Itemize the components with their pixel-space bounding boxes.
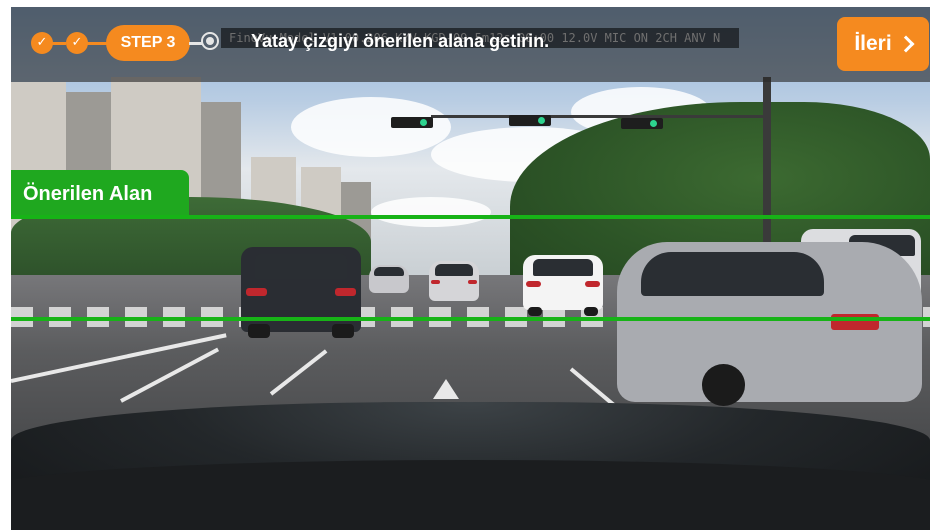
car <box>523 255 603 316</box>
car-wheel <box>583 307 599 316</box>
recommended-zone-label: Önerilen Alan <box>11 170 189 218</box>
car-window <box>255 253 347 280</box>
zone-bottom-line <box>11 317 930 321</box>
next-button[interactable]: İleri <box>837 17 929 71</box>
check-icon: ✓ <box>66 32 88 54</box>
zone-top-line <box>11 215 930 219</box>
traffic-light <box>621 118 663 129</box>
current-step-badge: STEP 3 <box>106 25 190 61</box>
cloud <box>371 197 491 227</box>
car-wheel <box>248 324 270 338</box>
camera-view: FineVu Model V1.00.206 KYV.KGD-09 5m12s … <box>11 7 930 530</box>
chevron-right-icon <box>897 35 915 53</box>
instruction-text: Yatay çizgiyi önerilen alana getirin. <box>251 31 550 51</box>
car-window <box>532 259 594 276</box>
car-window <box>435 264 473 277</box>
car-light <box>585 281 600 287</box>
dashboard <box>11 460 930 530</box>
car-light <box>468 280 477 285</box>
signal-arm <box>431 115 766 118</box>
car <box>617 242 922 406</box>
check-icon: ✓ <box>31 32 53 54</box>
traffic-light <box>391 117 433 128</box>
traffic-light <box>509 115 551 126</box>
car-wheel <box>332 324 354 338</box>
next-button-label: İleri <box>854 32 892 55</box>
radio-dot-icon <box>201 32 219 50</box>
car-wheel <box>527 307 543 316</box>
step-connector <box>52 42 66 45</box>
car-light <box>245 287 268 297</box>
car-window <box>373 267 405 276</box>
car <box>369 265 409 293</box>
car-light <box>431 280 440 285</box>
car <box>429 261 479 301</box>
road-arrow <box>433 379 459 399</box>
car-light <box>334 287 357 297</box>
car-light <box>526 281 541 287</box>
car-wheel <box>702 364 746 406</box>
step-connector <box>87 42 107 45</box>
car-window <box>641 251 825 297</box>
